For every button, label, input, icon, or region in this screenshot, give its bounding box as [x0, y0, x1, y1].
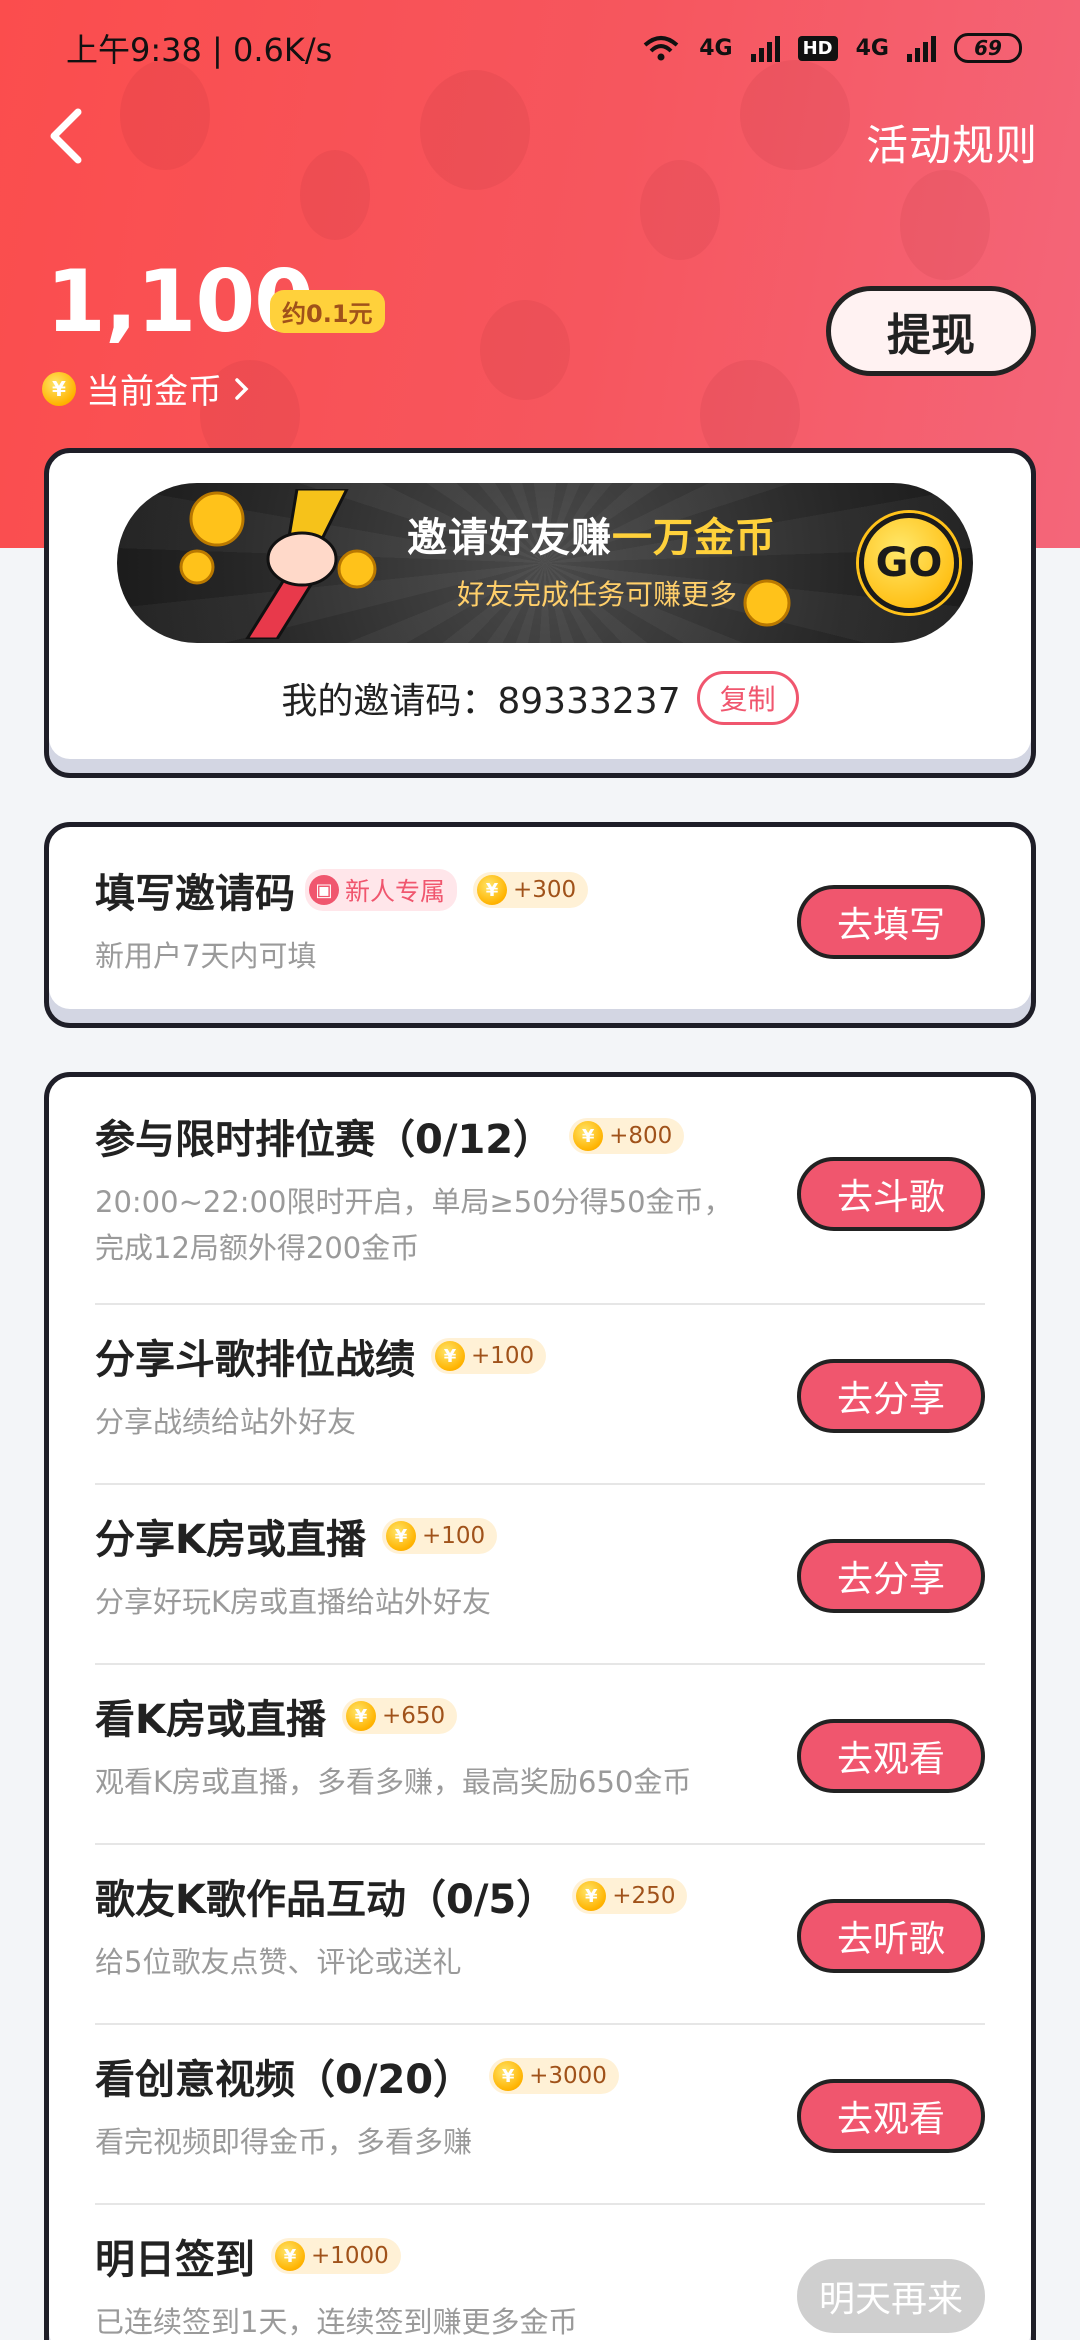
- hd-badge: HD: [797, 35, 838, 61]
- coin-icon: ¥: [346, 1701, 376, 1731]
- divider: [95, 2203, 985, 2205]
- reward-badge: ¥ +100: [431, 1338, 547, 1374]
- task-action-button[interactable]: 去斗歌: [797, 1157, 985, 1231]
- banner-title: 邀请好友赚一万金币: [407, 515, 776, 561]
- task-action-button[interactable]: 去听歌: [797, 1899, 985, 1973]
- back-button[interactable]: [36, 100, 96, 172]
- status-time: 上午9:38 | 0.6K/s: [66, 31, 333, 69]
- invite-banner[interactable]: 邀请好友赚一万金币 好友完成任务可赚更多 GO: [117, 483, 973, 643]
- withdraw-button[interactable]: 提现: [826, 286, 1036, 376]
- status-icons: 4G HD 4G 69: [641, 33, 1022, 63]
- go-button[interactable]: GO: [859, 513, 959, 613]
- coin-decoration-icon: [743, 579, 791, 627]
- reward-badge: ¥ +300: [473, 872, 589, 908]
- wifi-icon: [643, 36, 679, 61]
- status-bar: 上午9:38 | 0.6K/s 4G HD 4G 69: [0, 0, 1080, 96]
- divider: [95, 1663, 985, 1665]
- tasks-card: 参与限时排位赛（0/12） ¥ +800 20:00~22:00限时开启，单局≥5…: [44, 1072, 1036, 2340]
- divider: [95, 1483, 985, 1485]
- reward-badge: ¥ +1000: [271, 2238, 401, 2274]
- invite-code-row: 我的邀请码：89333237 复制: [49, 671, 1031, 725]
- reward-badge: ¥ +3000: [489, 2058, 619, 2094]
- invite-card: 邀请好友赚一万金币 好友完成任务可赚更多 GO 我的邀请码：89333237 复…: [44, 448, 1036, 778]
- signal-icon: [750, 34, 780, 62]
- fill-invite-code-card: 填写邀请码 ▣ 新人专属 ¥ +300 新用户7天内可填 去填写: [44, 822, 1036, 1028]
- signal-icon-2: [907, 34, 936, 62]
- coin-icon: ¥: [477, 875, 508, 905]
- coin-icon: ¥: [435, 1341, 465, 1371]
- coin-icon: ¥: [493, 2061, 524, 2091]
- task-action-button[interactable]: 去观看: [797, 2079, 985, 2153]
- gift-icon: ▣: [309, 875, 339, 905]
- coin-icon: ¥: [386, 1521, 416, 1551]
- chevron-right-icon: [235, 377, 249, 400]
- coin-icon: ¥: [42, 371, 76, 406]
- task-action-button[interactable]: 去分享: [797, 1359, 985, 1433]
- back-arrow-icon: [50, 108, 82, 164]
- reward-badge: ¥ +650: [342, 1698, 458, 1734]
- reward-badge: ¥ +100: [382, 1518, 498, 1554]
- task-action-button[interactable]: 去分享: [797, 1539, 985, 1613]
- coin-icon: ¥: [275, 2241, 305, 2271]
- network-badge-2: 4G: [855, 35, 889, 61]
- signin-tomorrow-button[interactable]: 明天再来: [797, 2259, 985, 2333]
- current-coins-label: 当前金币: [86, 372, 222, 412]
- divider: [95, 1843, 985, 1845]
- battery-icon: 69: [954, 33, 1022, 63]
- coin-icon: ¥: [573, 1121, 604, 1151]
- approx-value-badge: 约0.1元: [270, 290, 385, 333]
- reward-badge: ¥ +250: [572, 1878, 688, 1914]
- copy-button[interactable]: 复制: [696, 671, 799, 725]
- banner-subtitle: 好友完成任务可赚更多: [457, 578, 738, 611]
- network-badge: 4G: [699, 35, 733, 61]
- fill-code-button[interactable]: 去填写: [797, 885, 985, 959]
- current-coins-link[interactable]: ¥ 当前金币: [42, 364, 252, 413]
- invite-code-label: 我的邀请码：89333237: [281, 681, 681, 722]
- new-user-tag: ▣ 新人专属: [305, 869, 458, 911]
- divider: [95, 2023, 985, 2025]
- coin-icon: ¥: [576, 1881, 607, 1911]
- reward-badge: ¥ +800: [569, 1118, 685, 1154]
- activity-rules-link[interactable]: 活动规则: [866, 112, 1038, 173]
- task-action-button[interactable]: 去观看: [797, 1719, 985, 1793]
- handshake-icon: [179, 489, 377, 639]
- divider: [95, 1303, 985, 1305]
